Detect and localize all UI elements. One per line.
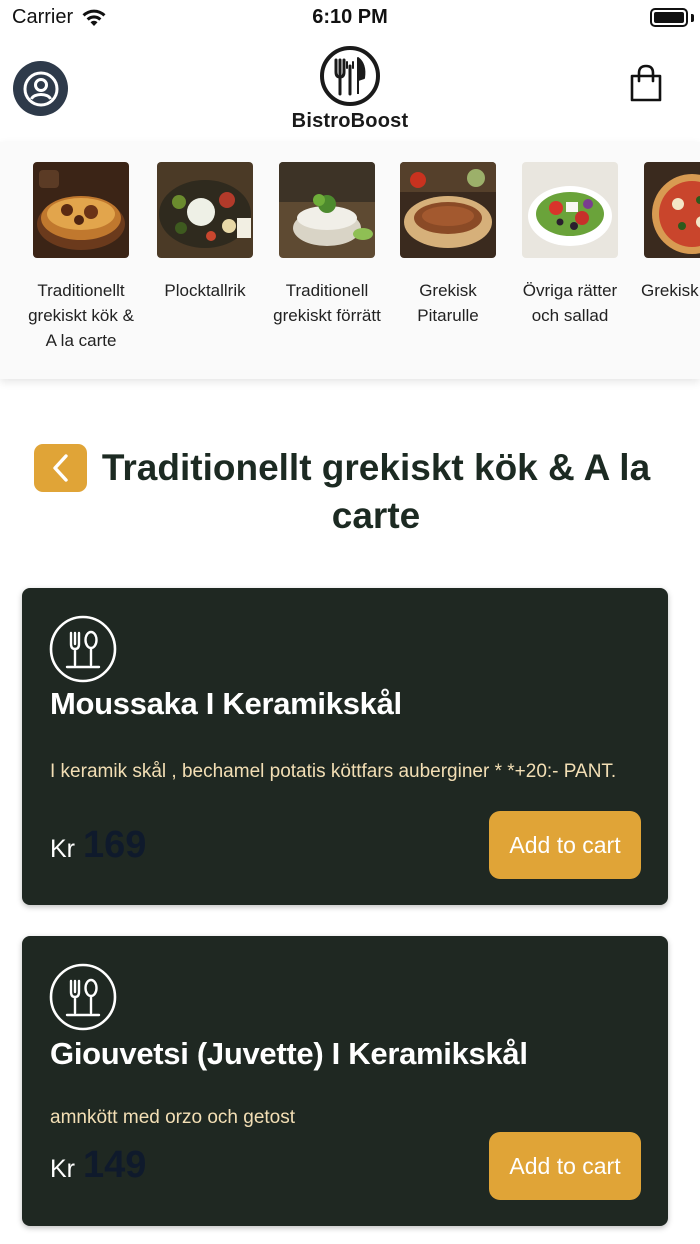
category-item[interactable]: Traditionellt grekiskt kök & A la carte <box>21 162 141 353</box>
category-item[interactable]: Grekisk Pitarulle <box>388 162 508 328</box>
add-to-cart-button[interactable]: Add to cart <box>489 1132 641 1200</box>
add-to-cart-button[interactable]: Add to cart <box>489 811 641 879</box>
category-image-sallad <box>522 162 618 258</box>
category-label: Traditionellt grekiskt kök & A la carte <box>28 281 134 350</box>
status-time: 6:10 PM <box>312 6 388 28</box>
price-value: 169 <box>83 824 147 866</box>
product-card: Giouvetsi (Juvette) I Keramikskål amnköt… <box>22 936 668 1226</box>
product-price: Kr 149 <box>50 1144 146 1187</box>
cart-button[interactable] <box>624 62 668 106</box>
category-label: Grekisk pizza <box>640 281 700 300</box>
category-image-pizza <box>644 162 700 258</box>
price-currency: Kr <box>50 1155 75 1183</box>
category-carousel[interactable]: Traditionellt grekiskt kök & A la carte … <box>0 142 700 379</box>
category-item[interactable]: Plocktallrik <box>145 162 265 303</box>
product-description: amnkött med orzo och getost <box>50 1107 296 1128</box>
product-description: I keramik skål , bechamel potatis köttfa… <box>50 761 617 782</box>
user-icon <box>23 71 58 106</box>
brand-logo: BistroBoost <box>280 44 420 136</box>
cutlery-icon <box>49 615 117 683</box>
price-value: 149 <box>83 1144 147 1186</box>
status-bar: Carrier 6:10 PM <box>0 0 700 36</box>
category-label: Plocktallrik <box>164 281 246 300</box>
category-item[interactable]: Övriga rätter och sallad <box>510 162 630 328</box>
category-item[interactable]: Grekisk pizza <box>632 162 700 303</box>
shopping-bag-icon <box>630 64 662 102</box>
category-image-plocktallrik <box>157 162 253 258</box>
back-button[interactable] <box>34 444 87 492</box>
category-label: Övriga rätter och sallad <box>522 281 618 325</box>
price-currency: Kr <box>50 835 75 863</box>
profile-button[interactable] <box>13 61 68 116</box>
category-item[interactable]: Traditionell grekiskt förrätt <box>267 162 387 328</box>
page-title: Traditionellt grekiskt kök & A la carte <box>101 447 651 536</box>
product-name: Moussaka I Keramikskål <box>50 686 402 721</box>
chevron-left-icon <box>52 454 68 482</box>
product-name: Giouvetsi (Juvette) I Keramikskål <box>50 1036 528 1071</box>
category-label: Traditionell grekiskt förrätt <box>273 281 381 325</box>
category-image-moussaka <box>33 162 129 258</box>
product-card: Moussaka I Keramikskål I keramik skål , … <box>22 588 668 905</box>
battery-icon <box>650 8 688 27</box>
brand-name: BistroBoost <box>291 110 409 132</box>
category-label: Grekisk Pitarulle <box>417 281 479 325</box>
cutlery-icon <box>49 963 117 1031</box>
product-price: Kr 169 <box>50 824 146 867</box>
category-image-pitarulle <box>400 162 496 258</box>
bistro-logo-icon <box>320 46 380 106</box>
category-image-forratt <box>279 162 375 258</box>
